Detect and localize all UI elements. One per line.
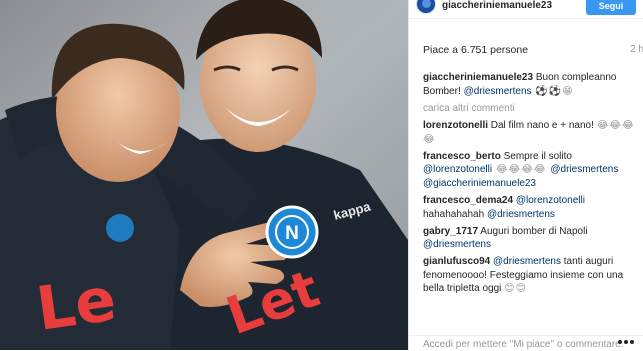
post-author-username[interactable]: giaccheriniemanuele23 <box>442 0 552 11</box>
comment-username[interactable]: giaccheriniemanuele23 <box>423 72 533 83</box>
login-prompt[interactable]: Accedi per mettere "Mi piace" o commenta… <box>423 339 624 350</box>
comment-text: Dal film nano e + nano! <box>488 120 597 132</box>
comment-text: Sempre il solito <box>500 150 572 162</box>
post-photo[interactable]: N kappa Le Let <box>0 0 408 350</box>
comment: gabry_1717 Auguri bomber di Napoli @drie… <box>423 225 635 252</box>
avatar[interactable] <box>416 0 436 14</box>
post-header: giaccheriniemanuele23 Segui <box>409 0 643 19</box>
comment-username[interactable]: francesco_dema24 <box>423 195 513 206</box>
mention-link[interactable]: @lorenzotonelli <box>516 195 585 206</box>
likes-count[interactable]: Piace a 6.751 persone <box>423 44 528 56</box>
three-dots-icon[interactable] <box>618 340 634 346</box>
sponsor-text-left: Le <box>32 265 120 345</box>
comment-emoji: ⚽⚽😁 <box>531 85 574 97</box>
mention-link[interactable]: @driesmertens <box>550 164 618 175</box>
instagram-post: N kappa Le Let giaccheriniemanuele23 Seg… <box>0 0 643 351</box>
comment-username[interactable]: lorenzotonelli <box>423 120 488 131</box>
mention-link[interactable]: @giaccheriniemanuele23 <box>423 178 536 189</box>
comment: francesco_dema24 @lorenzotonelli hahahah… <box>423 194 635 221</box>
load-more-comments-link[interactable]: carica altri commenti <box>423 102 635 116</box>
comment-emoji: 😊😊 <box>504 283 528 295</box>
comment-username[interactable]: francesco_berto <box>423 151 501 162</box>
comment-text: Auguri bomber di Napoli <box>478 225 588 237</box>
comment-text: hahahahahah <box>423 208 487 220</box>
comment: giaccheriniemanuele23 Buon compleanno Bo… <box>423 71 635 98</box>
photo-illustration: N kappa Le Let <box>0 0 408 350</box>
left-crest-icon <box>106 214 134 242</box>
mention-link[interactable]: @lorenzotonelli <box>423 164 492 175</box>
mention-link[interactable]: @driesmertens <box>423 239 491 250</box>
post-time[interactable]: 2 h <box>630 44 643 55</box>
comment-emoji: 😂😂😂😂 <box>492 164 551 176</box>
comment: gianlufusco94 @driesmertens tanti auguri… <box>423 255 635 296</box>
mention-link[interactable]: @driesmertens <box>493 256 561 267</box>
post-sidebar: giaccheriniemanuele23 Segui Piace a 6.75… <box>408 0 643 351</box>
follow-button[interactable]: Segui <box>586 0 636 15</box>
comments-list: giaccheriniemanuele23 Buon compleanno Bo… <box>423 71 635 299</box>
mention-link[interactable]: @driesmertens <box>464 86 532 97</box>
post-footer: Accedi per mettere "Mi piace" o commenta… <box>409 335 643 351</box>
crest-letter: N <box>285 223 299 244</box>
comment-username[interactable]: gabry_1717 <box>423 226 478 237</box>
comment: lorenzotonelli Dal film nano e + nano! 😂… <box>423 119 635 146</box>
comment-username[interactable]: gianlufusco94 <box>423 256 490 267</box>
likes-row: Piace a 6.751 persone 2 h <box>423 44 643 58</box>
mention-link[interactable]: @driesmertens <box>487 209 555 220</box>
comment: francesco_berto Sempre il solito @lorenz… <box>423 150 635 191</box>
